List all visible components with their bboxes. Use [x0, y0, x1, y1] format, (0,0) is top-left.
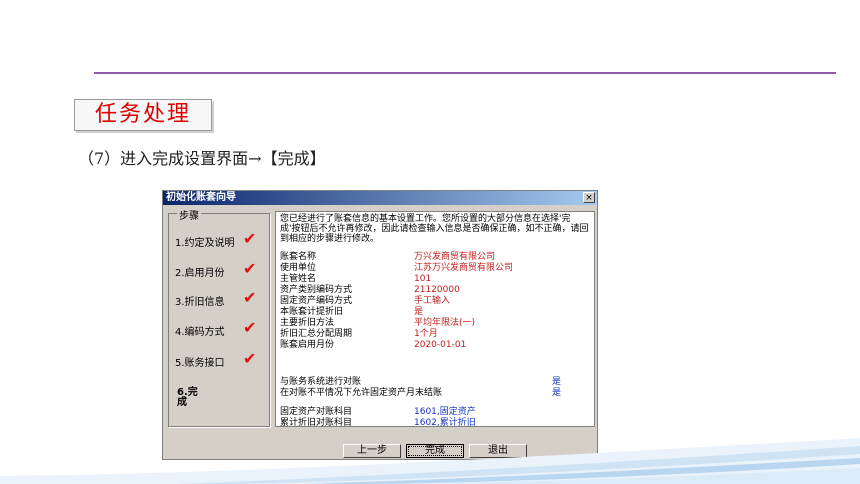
summary-label: 主要折旧方法 [280, 318, 335, 328]
summary-row: 主管姓名 101 [280, 274, 596, 284]
summary-label: 使用单位 [280, 263, 317, 273]
interface-label: 在对账不平情况下允许固定资产月末结账 [280, 388, 443, 398]
interface-row: 在对账不平情况下允许固定资产月末结账 是 [280, 388, 596, 398]
check-icon: ✔ [243, 288, 257, 307]
account-value: 1601,固定资产 [414, 407, 476, 417]
summary-row: 本账套计提折旧 是 [280, 307, 596, 317]
summary-value: 21120000 [414, 285, 460, 295]
summary-label: 账套名称 [280, 252, 317, 262]
summary-value: 101 [414, 274, 432, 284]
account-row: 固定资产对账科目 1601,固定资产 [280, 407, 596, 417]
steps-legend: 步骤 [177, 207, 201, 222]
summary-row: 资产类别编码方式 21120000 [280, 285, 596, 295]
top-divider [94, 72, 836, 74]
step-2-label: 2.启用月份 [175, 268, 225, 279]
init-wizard-dialog: 初始化账套向导 × 步骤 1.约定及说明 ✔ 2.启用月份 ✔ 3.折旧信息 ✔… [162, 190, 598, 460]
summary-value: 2020-01-01 [414, 340, 467, 350]
account-label: 固定资产对账科目 [280, 407, 353, 417]
dialog-title: 初始化账套向导 [166, 192, 236, 203]
decorative-wave [0, 438, 860, 484]
summary-row: 固定资产编码方式 手工输入 [280, 296, 596, 306]
section-title: 任务处理 [74, 99, 212, 131]
step-5-label: 5.账务接口 [175, 358, 225, 369]
check-icon: ✔ [243, 259, 257, 278]
summary-value: 江苏万兴发商贸有限公司 [414, 263, 514, 273]
summary-label: 账套启用月份 [280, 340, 335, 350]
interface-value: 是 [552, 388, 562, 398]
intro-text: 您已经进行了账套信息的基本设置工作。您所设置的大部分信息在选择'完成'按钮后不允… [280, 214, 589, 244]
summary-label: 固定资产编码方式 [280, 296, 353, 306]
summary-panel: 您已经进行了账套信息的基本设置工作。您所设置的大部分信息在选择'完成'按钮后不允… [275, 211, 596, 428]
summary-value: 平均年限法(一) [414, 318, 476, 328]
summary-row: 账套启用月份 2020-01-01 [280, 340, 596, 350]
dialog-titlebar: 初始化账套向导 × [163, 191, 597, 205]
summary-row: 主要折旧方法 平均年限法(一) [280, 318, 596, 328]
check-icon: ✔ [243, 349, 257, 368]
summary-label: 折旧汇总分配周期 [280, 329, 353, 339]
step-6-current: 6.完成 [177, 387, 198, 408]
step-3-label: 3.折旧信息 [175, 297, 225, 308]
interface-row: 与账务系统进行对账 是 [280, 377, 596, 387]
summary-value: 1个月 [414, 329, 438, 339]
summary-value: 万兴发商贸有限公司 [414, 252, 496, 262]
check-icon: ✔ [243, 318, 257, 337]
steps-panel: 步骤 1.约定及说明 ✔ 2.启用月份 ✔ 3.折旧信息 ✔ 4.编码方式 ✔ … [168, 207, 270, 427]
step-1-label: 1.约定及说明 [175, 238, 235, 249]
summary-row: 账套名称 万兴发商贸有限公司 [280, 252, 596, 262]
summary-label: 主管姓名 [280, 274, 317, 284]
summary-row: 折旧汇总分配周期 1个月 [280, 329, 596, 339]
step-4-label: 4.编码方式 [175, 327, 225, 338]
summary-label: 本账套计提折旧 [280, 307, 344, 317]
close-button[interactable]: × [583, 192, 595, 203]
check-icon: ✔ [243, 229, 257, 248]
interface-value: 是 [552, 377, 562, 387]
step-caption: （7）进入完成设置界面→【完成】 [78, 149, 326, 168]
summary-label: 资产类别编码方式 [280, 285, 353, 295]
summary-value: 是 [414, 307, 424, 317]
interface-label: 与账务系统进行对账 [280, 377, 362, 387]
summary-row: 使用单位 江苏万兴发商贸有限公司 [280, 263, 596, 273]
summary-value: 手工输入 [414, 296, 451, 306]
